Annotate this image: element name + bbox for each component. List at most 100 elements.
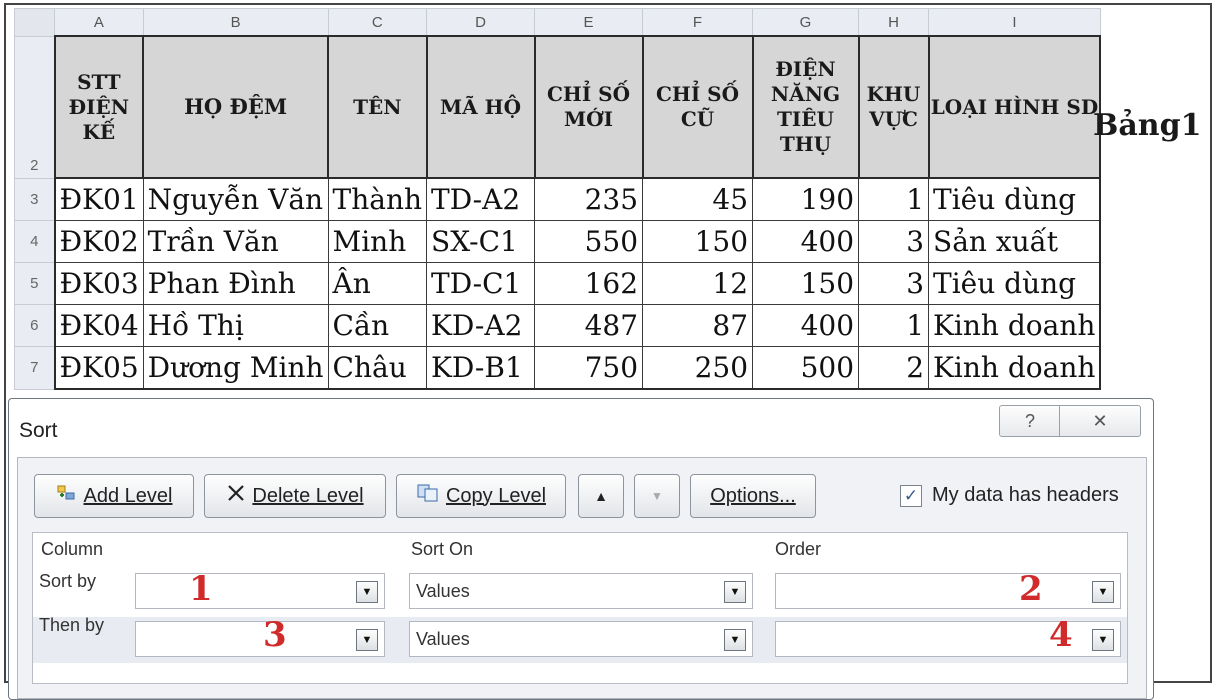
cell-tieu-thu[interactable]: 190 [752,177,860,221]
chevron-down-icon[interactable]: ▼ [1092,581,1114,603]
add-level-icon [56,483,78,509]
then-by-sort-on-value: Values [416,629,470,649]
cell-khu-vuc[interactable]: 1 [858,177,930,221]
cell-loai-hinh[interactable]: Tiêu dùng [928,262,1102,305]
cell-ma-ho[interactable]: KD-A2 [426,304,536,347]
cell-ma-ho[interactable]: TD-C1 [426,262,536,305]
column-header-label: Column [41,539,104,559]
chevron-down-icon[interactable]: ▼ [356,581,378,603]
cell-khu-vuc[interactable]: 1 [858,304,930,347]
header-loai-hinh-sd[interactable]: LOẠI HÌNH SD [927,35,1102,179]
cell-khu-vuc[interactable]: 2 [858,346,930,390]
column-header-f[interactable]: F [642,8,754,37]
cell-chi-so-cu[interactable]: 250 [642,346,754,390]
sort-by-column-select[interactable]: ▼ [135,573,385,609]
move-up-button[interactable]: ▲ [578,474,624,518]
cell-ten[interactable]: Châu [327,346,428,390]
copy-level-button[interactable]: Copy Level [396,474,566,518]
header-ten[interactable]: TÊN [327,35,428,179]
chevron-down-icon[interactable]: ▼ [1092,629,1114,651]
cell-tieu-thu[interactable]: 400 [752,304,860,347]
cell-ho-dem[interactable]: Nguyễn Văn [142,177,329,221]
column-header-d[interactable]: D [426,8,536,37]
column-header-g[interactable]: G [752,8,860,37]
cell-khu-vuc[interactable]: 3 [858,220,930,263]
my-data-has-headers-checkbox[interactable]: ✓ My data has headers [900,484,1119,507]
cell-stt[interactable]: ĐK04 [53,304,144,347]
cell-ho-dem[interactable]: Trần Văn [142,220,329,263]
row-header[interactable]: 3 [14,177,55,221]
cell-loai-hinh[interactable]: Tiêu dùng [928,177,1102,221]
cell-chi-so-moi[interactable]: 235 [534,177,644,221]
cell-ten[interactable]: Minh [327,220,428,263]
cell-loai-hinh[interactable]: Kinh doanh [928,346,1102,390]
help-icon: ? [1024,411,1035,431]
cell-tieu-thu[interactable]: 500 [752,346,860,390]
cell-tieu-thu[interactable]: 400 [752,220,860,263]
cell-ma-ho[interactable]: SX-C1 [426,220,536,263]
select-all-corner[interactable] [14,8,55,37]
sort-dialog: Sort ? ✕ Add Level Delete Level Copy Lev… [8,398,1154,700]
close-button[interactable]: ✕ [1059,405,1141,437]
header-ho-dem[interactable]: HỌ ĐỆM [142,35,330,179]
cell-stt[interactable]: ĐK02 [53,220,144,263]
annotation-marker: 3 [263,615,287,655]
header-chi-so-cu[interactable]: CHỈ SỐ CŨ [641,35,754,179]
add-level-button[interactable]: Add Level [34,474,194,518]
cell-chi-so-moi[interactable]: 162 [534,262,644,305]
header-stt-dien-ke[interactable]: STT ĐIỆN KẾ [53,35,145,179]
cell-chi-so-moi[interactable]: 487 [534,304,644,347]
cell-stt[interactable]: ĐK03 [53,262,144,305]
column-header-e[interactable]: E [534,8,644,37]
cell-ho-dem[interactable]: Hồ Thị [142,304,329,347]
cell-stt[interactable]: ĐK05 [53,346,144,390]
delete-level-button[interactable]: Delete Level [204,474,386,518]
header-ma-ho[interactable]: MÃ HỘ [425,35,536,179]
cell-ho-dem[interactable]: Phan Đình [142,262,329,305]
header-dien-nang-tieu-thu[interactable]: ĐIỆN NĂNG TIÊU THỤ [751,35,860,179]
cell-ten[interactable]: Thành [327,177,428,221]
column-header-a[interactable]: A [54,8,144,37]
table-label: Bảng1 [1093,108,1202,143]
row-header[interactable]: 2 [14,35,55,179]
cell-ma-ho[interactable]: TD-A2 [426,177,536,221]
then-by-sort-on-select[interactable]: Values ▼ [409,621,753,657]
row-header[interactable]: 5 [14,262,55,305]
options-button[interactable]: Options... [690,474,816,518]
chevron-down-icon[interactable]: ▼ [356,629,378,651]
cell-chi-so-cu[interactable]: 150 [642,220,754,263]
chevron-down-icon[interactable]: ▼ [724,629,746,651]
row-header[interactable]: 6 [14,304,55,347]
cell-ten[interactable]: Cần [327,304,428,347]
column-header-row: A B C D E F G H I [14,8,1101,37]
help-button[interactable]: ? [999,405,1060,437]
cell-loai-hinh[interactable]: Kinh doanh [928,304,1102,347]
sort-by-order-select[interactable]: ▼ [775,573,1121,609]
cell-ten[interactable]: Ân [327,262,428,305]
header-chi-so-moi[interactable]: CHỈ SỐ MỚI [533,35,644,179]
sort-by-sort-on-select[interactable]: Values ▼ [409,573,753,609]
move-down-button[interactable]: ▼ [634,474,680,518]
chevron-down-icon[interactable]: ▼ [724,581,746,603]
cell-chi-so-moi[interactable]: 550 [534,220,644,263]
annotation-marker: 4 [1049,615,1073,655]
cell-tieu-thu[interactable]: 150 [752,262,860,305]
cell-ho-dem[interactable]: Dương Minh [142,346,329,390]
sort-by-sort-on-value: Values [416,581,470,601]
cell-chi-so-cu[interactable]: 87 [642,304,754,347]
cell-chi-so-cu[interactable]: 45 [642,177,754,221]
column-header-h[interactable]: H [858,8,930,37]
cell-khu-vuc[interactable]: 3 [858,262,930,305]
cell-loai-hinh[interactable]: Sản xuất [928,220,1102,263]
cell-chi-so-moi[interactable]: 750 [534,346,644,390]
cell-stt[interactable]: ĐK01 [53,177,144,221]
header-khu-vuc[interactable]: KHU VỰC [857,35,930,179]
column-header-c[interactable]: C [327,8,428,37]
cell-ma-ho[interactable]: KD-B1 [426,346,536,390]
column-header-i[interactable]: I [928,8,1101,37]
column-header-b[interactable]: B [142,8,329,37]
row-header[interactable]: 7 [14,346,55,390]
cell-chi-so-cu[interactable]: 12 [642,262,754,305]
then-by-column-select[interactable]: ▼ [135,621,385,657]
row-header[interactable]: 4 [14,220,55,263]
